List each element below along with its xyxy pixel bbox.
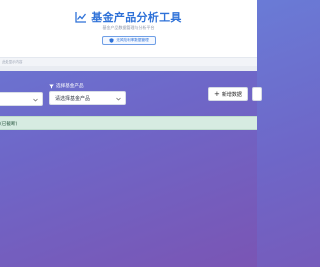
risk-free-rate-label: 无风险利率数据管理: [116, 38, 149, 42]
fund-select[interactable]: 请选择基金产品: [49, 91, 126, 105]
header-strip: 此处显示内容: [0, 57, 257, 71]
strip-divider: [0, 66, 257, 71]
fund-filter-label: 选择基金产品: [49, 83, 84, 89]
page-title: 基金产品分析工具: [91, 11, 182, 24]
more-button[interactable]: [252, 87, 262, 101]
risk-free-rate-button[interactable]: 无风险利率数据管理: [102, 36, 156, 45]
fund-select-value: 请选择基金产品: [55, 96, 91, 102]
strip-note: 此处显示内容: [2, 60, 23, 64]
info-alert: (已截断): [0, 116, 257, 130]
app-header: 基金产品分析工具 基金产品数据管理与分析平台 无风险利率数据管理: [0, 0, 257, 57]
info-alert-text: (已截断): [0, 122, 18, 127]
page-subtitle: 基金产品数据管理与分析平台: [102, 25, 155, 30]
add-data-label: 新增数据: [221, 91, 242, 98]
fund-filter-label-text: 选择基金产品: [56, 84, 84, 89]
shield-icon: [109, 38, 114, 43]
filter-icon: [49, 84, 54, 88]
chart-line-icon: [75, 12, 87, 23]
plus-icon: +: [214, 89, 220, 98]
chevron-down-icon: [33, 98, 38, 102]
chevron-down-icon: [116, 97, 121, 101]
title-row: 基金产品分析工具: [0, 9, 257, 25]
add-data-button[interactable]: + 新增数据: [208, 87, 248, 101]
secondary-select[interactable]: [0, 92, 43, 106]
